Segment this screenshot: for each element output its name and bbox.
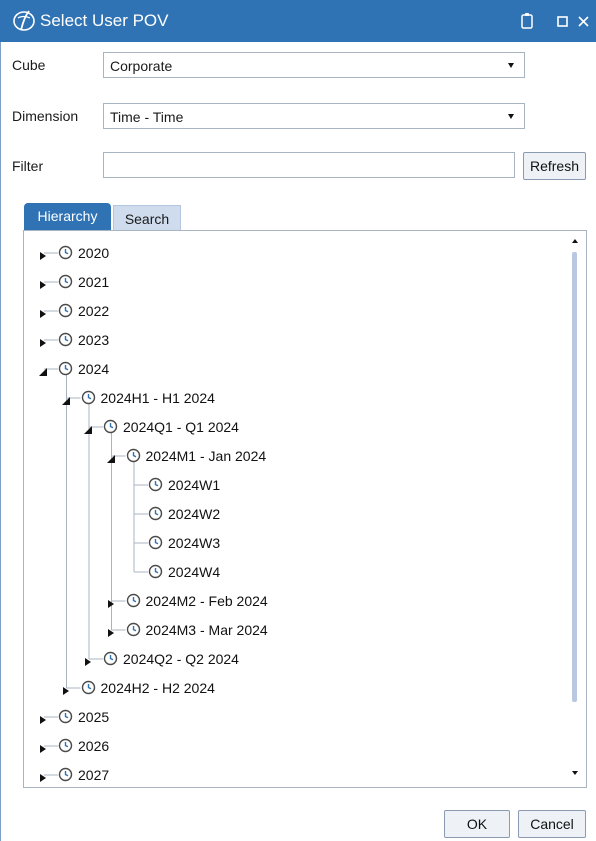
- tree-node-label: 2021: [78, 274, 110, 290]
- clock-icon: [103, 419, 118, 434]
- onestream-logo-icon: [12, 8, 36, 34]
- clock-icon: [58, 767, 73, 782]
- maximize-icon[interactable]: [553, 11, 573, 31]
- clock-icon: [81, 390, 96, 405]
- collapse-arrow-icon[interactable]: [106, 451, 116, 463]
- tab-hierarchy[interactable]: Hierarchy: [24, 203, 111, 231]
- clock-icon: [148, 564, 163, 579]
- collapse-arrow-icon[interactable]: [61, 393, 71, 405]
- tree-node-label: 2025: [78, 709, 110, 725]
- ok-button[interactable]: OK: [444, 810, 510, 838]
- expand-arrow-icon[interactable]: [38, 741, 48, 753]
- window-border: [0, 42, 1, 841]
- tree-node-label: 2024: [78, 361, 110, 377]
- expand-arrow-icon[interactable]: [38, 277, 48, 289]
- clock-icon: [58, 361, 73, 376]
- scroll-up-arrow-icon[interactable]: [572, 239, 578, 243]
- scrollbar-thumb[interactable]: [572, 252, 577, 702]
- tree-node-label: 2024H1 - H1 2024: [100, 390, 215, 406]
- tree-node-label: 2024W4: [168, 564, 221, 580]
- refresh-button[interactable]: Refresh: [523, 152, 586, 180]
- clock-icon: [58, 274, 73, 289]
- expand-arrow-icon[interactable]: [106, 596, 116, 608]
- tab-search[interactable]: Search: [113, 205, 181, 231]
- tree-node-label: 2024M1 - Jan 2024: [145, 448, 267, 464]
- tree-node-label: 2027: [78, 767, 110, 783]
- dimension-label: Dimension: [12, 108, 79, 124]
- clock-icon: [58, 303, 73, 318]
- dropdown-arrow-icon: [508, 63, 514, 68]
- clock-icon: [126, 448, 141, 463]
- expand-arrow-icon[interactable]: [38, 712, 48, 724]
- tree-node-label: 2024W3: [168, 535, 221, 551]
- expand-arrow-icon[interactable]: [106, 625, 116, 637]
- clock-icon: [58, 738, 73, 753]
- tree-node-label: 2024Q2 - Q2 2024: [123, 651, 239, 667]
- dropdown-arrow-icon: [508, 114, 514, 119]
- expand-arrow-icon[interactable]: [38, 306, 48, 318]
- expand-arrow-icon[interactable]: [61, 683, 71, 695]
- clock-icon: [126, 593, 141, 608]
- tree-node-label: 2024H2 - H2 2024: [100, 680, 215, 696]
- cube-dropdown[interactable]: Corporate: [103, 52, 525, 78]
- clipboard-icon[interactable]: [517, 11, 537, 31]
- clock-icon: [103, 651, 118, 666]
- tree-node-label: 2022: [78, 303, 110, 319]
- vertical-scrollbar[interactable]: [570, 237, 580, 783]
- filter-label: Filter: [12, 158, 44, 174]
- window-title: Select User POV: [40, 11, 169, 30]
- tree-node-label: 2024W1: [168, 477, 221, 493]
- clock-icon: [58, 332, 73, 347]
- dimension-dropdown[interactable]: Time - Time: [103, 103, 525, 129]
- clock-icon: [81, 680, 96, 695]
- close-icon[interactable]: [574, 11, 594, 31]
- tree-node-label: 2026: [78, 738, 110, 754]
- tree-node-label: 2024M3 - Mar 2024: [145, 622, 268, 638]
- cancel-button[interactable]: Cancel: [518, 810, 586, 838]
- clock-icon: [58, 245, 73, 260]
- expand-arrow-icon[interactable]: [83, 654, 93, 666]
- collapse-arrow-icon[interactable]: [83, 422, 93, 434]
- clock-icon: [148, 477, 163, 492]
- clock-icon: [58, 709, 73, 724]
- filter-input[interactable]: [103, 152, 515, 178]
- tree-node-label: 2024W2: [168, 506, 221, 522]
- expand-arrow-icon[interactable]: [38, 335, 48, 347]
- scroll-down-arrow-icon[interactable]: [572, 771, 578, 775]
- cube-label: Cube: [12, 57, 46, 73]
- collapse-arrow-icon[interactable]: [38, 364, 48, 376]
- tree-node-label: 2024Q1 - Q1 2024: [123, 419, 239, 435]
- tree-node-label: 2023: [78, 332, 110, 348]
- clock-icon: [126, 622, 141, 637]
- dimension-value: Time - Time: [110, 109, 184, 125]
- hierarchy-tree[interactable]: 2020 2021 2022 2023 2024 2024H1 - H1 2024 2024…: [23, 230, 587, 788]
- expand-arrow-icon[interactable]: [38, 770, 48, 782]
- tree-node-label: 2020: [78, 245, 110, 261]
- expand-arrow-icon[interactable]: [38, 248, 48, 260]
- clock-icon: [148, 535, 163, 550]
- clock-icon: [148, 506, 163, 521]
- cube-value: Corporate: [110, 58, 173, 74]
- title-bar: Select User POV: [0, 0, 596, 42]
- tree-node-label: 2024M2 - Feb 2024: [145, 593, 268, 609]
